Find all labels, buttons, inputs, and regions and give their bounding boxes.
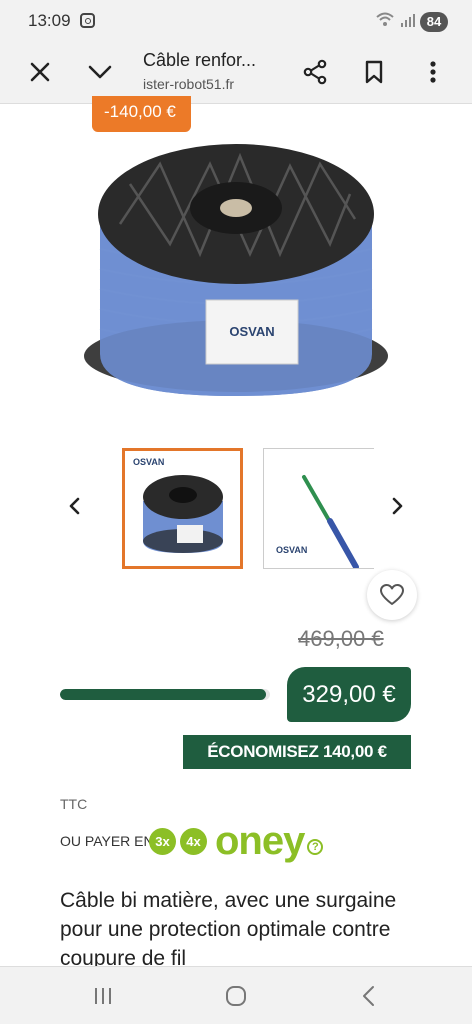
savings-badge: ÉCONOMISEZ 140,00 € xyxy=(183,735,411,769)
bookmark-icon[interactable] xyxy=(358,56,390,88)
chevron-right-icon[interactable] xyxy=(384,492,412,520)
recent-apps-icon[interactable] xyxy=(88,981,118,1011)
share-icon[interactable] xyxy=(299,56,331,88)
new-price: 329,00 € xyxy=(287,667,411,722)
price-progress-bar xyxy=(60,689,270,700)
status-bar: 13:09 84 xyxy=(0,0,472,44)
page-url[interactable]: ⁠ister-robot51.fr xyxy=(143,76,234,92)
old-price: 469,00 € xyxy=(298,626,384,651)
discount-badge: -140,00 € xyxy=(92,96,191,132)
heart-icon xyxy=(380,584,404,605)
chevron-down-icon[interactable] xyxy=(84,56,116,88)
brand-logo-text: OSVAN xyxy=(229,324,274,339)
browser-toolbar: Câble renfor... ⁠ister-robot51.fr xyxy=(0,44,472,104)
oney-3x-pill[interactable]: 3x xyxy=(149,827,176,855)
help-icon[interactable]: ? xyxy=(307,839,324,855)
wishlist-button[interactable] xyxy=(367,570,417,620)
home-icon[interactable] xyxy=(221,981,251,1011)
thumbnail-reel[interactable]: OSVAN xyxy=(122,448,243,569)
system-nav-bar xyxy=(0,966,472,1024)
instagram-icon xyxy=(80,13,95,28)
signal-icon xyxy=(400,12,416,31)
thumbnail-brand-text: OSVAN xyxy=(133,457,164,467)
back-icon[interactable] xyxy=(353,981,383,1011)
oney-logo: oney xyxy=(215,819,305,863)
more-options-icon[interactable] xyxy=(417,56,449,88)
page-title[interactable]: Câble renfor... xyxy=(143,50,256,71)
pay-label: OU PAYER EN xyxy=(60,833,154,849)
product-description: Câble bi matière, avec une surgaine pour… xyxy=(60,889,397,966)
thumbnail-cable[interactable]: OSVAN xyxy=(263,448,374,569)
wifi-icon xyxy=(376,12,394,31)
status-time: 13:09 xyxy=(28,11,71,30)
tax-note: TTC xyxy=(60,796,88,812)
close-icon[interactable] xyxy=(24,56,56,88)
oney-payment[interactable]: 3x 4x oney ? xyxy=(149,819,324,863)
battery-indicator: 84 xyxy=(420,12,448,32)
chevron-left-icon[interactable] xyxy=(60,492,88,520)
product-image[interactable]: OSVAN xyxy=(60,104,412,422)
price-progress-fill xyxy=(60,689,266,700)
oney-4x-pill[interactable]: 4x xyxy=(180,827,207,855)
thumbnail-brand-text: OSVAN xyxy=(276,545,307,555)
